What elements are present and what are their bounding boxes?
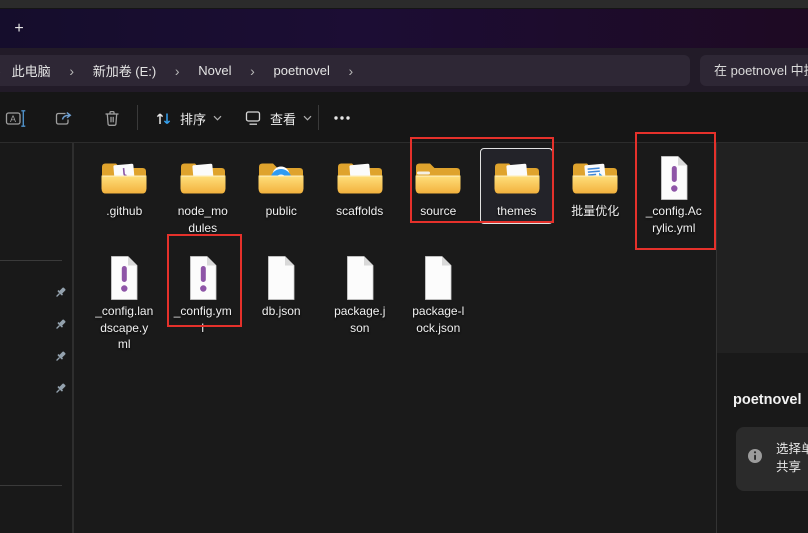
trash-icon (101, 107, 123, 129)
pin-icon (54, 382, 67, 395)
file-tile-config-landscape-yml[interactable]: _config.landscape.yml (85, 245, 164, 357)
yaml-file-icon (657, 153, 691, 203)
folder-git-icon (99, 153, 149, 203)
file-label: public (266, 203, 297, 220)
view-button[interactable]: 查看 (237, 103, 318, 133)
chevron-down-icon (213, 115, 222, 121)
chevron-right-icon: › (243, 63, 263, 79)
address-row: › 此电脑 › 新加卷 (E:) › Novel › poetnovel › 在… (0, 48, 808, 92)
breadcrumb-novel[interactable]: Novel (187, 63, 242, 78)
file-grid: .github node_modules (85, 145, 717, 345)
file-icon (421, 253, 455, 303)
breadcrumb-drive-e[interactable]: 新加卷 (E:) (82, 61, 168, 80)
file-label: _config.landscape.yml (95, 303, 153, 353)
file-tile-db-json[interactable]: db.json (242, 245, 321, 324)
sort-label: 排序 (180, 109, 206, 128)
file-label: _config.yml (174, 303, 232, 336)
file-tile-config-yml[interactable]: _config.yml (164, 245, 243, 340)
folder-icon (492, 153, 542, 203)
nav-divider (0, 260, 62, 261)
file-label: .github (106, 203, 142, 220)
chevron-right-icon: › (341, 63, 361, 79)
share-info-box: 选择单个文件进行 共享 (736, 427, 808, 491)
navigation-pane (0, 143, 72, 533)
file-tile-package-json[interactable]: package.json (321, 245, 400, 340)
delete-button[interactable] (100, 106, 124, 130)
file-icon (264, 253, 298, 303)
pin-icon (54, 318, 67, 331)
share-info-text: 选择单个文件进行 共享 (776, 440, 808, 476)
yaml-file-icon (107, 253, 141, 303)
share-icon (53, 107, 75, 129)
file-row: _config.landscape.yml _config.yml (85, 245, 717, 345)
file-icon (343, 253, 377, 303)
titlebar-strip (0, 0, 808, 9)
pin-icon (54, 286, 67, 299)
chevron-right-icon: › (62, 63, 82, 79)
file-tile-source[interactable]: source (399, 145, 478, 224)
file-tile-node-modules[interactable]: node_modules (164, 145, 243, 240)
view-label: 查看 (270, 109, 296, 128)
file-tile-public[interactable]: public (242, 145, 321, 224)
sort-button[interactable]: 排序 (148, 103, 228, 133)
file-label: package.json (334, 303, 385, 336)
share-button[interactable] (52, 106, 76, 130)
pinned-item[interactable] (54, 382, 68, 396)
file-tile-package-lock-json[interactable]: package-lock.json (399, 245, 478, 340)
more-options-button[interactable] (330, 106, 354, 130)
file-label: source (420, 203, 456, 220)
view-icon (243, 108, 263, 128)
details-pane: poetnovel 选择单个文件进行 共享 (717, 143, 808, 533)
file-tile-batch-optimize[interactable]: 批量优化 (556, 145, 635, 224)
file-tile-config-acrylic-yml[interactable]: _config.Acrylic.yml (635, 145, 714, 240)
preview-area (717, 143, 808, 353)
pinned-item[interactable] (54, 350, 68, 364)
pinned-item[interactable] (54, 286, 68, 300)
file-label: package-lock.json (412, 303, 464, 336)
toolbar-divider (137, 105, 138, 130)
file-label: scaffolds (336, 203, 383, 220)
folder-icon (335, 153, 385, 203)
sort-icon (154, 109, 173, 128)
toolbar-divider (318, 105, 319, 130)
breadcrumb-poetnovel[interactable]: poetnovel (263, 63, 341, 78)
file-tile-github[interactable]: .github (85, 145, 164, 224)
info-icon (747, 448, 763, 464)
folder-icon (413, 153, 463, 203)
chevron-right-icon: › (167, 63, 187, 79)
pin-icon (54, 350, 67, 363)
rename-button[interactable]: A (4, 106, 28, 130)
breadcrumb[interactable]: › 此电脑 › 新加卷 (E:) › Novel › poetnovel › (0, 55, 690, 86)
ellipsis-icon (330, 106, 354, 130)
new-tab-button[interactable]: + (8, 18, 30, 40)
folder-bluedoc-icon (570, 153, 620, 203)
file-label: node_modules (178, 203, 228, 236)
breadcrumb-this-pc[interactable]: 此电脑 (1, 61, 62, 80)
file-explorer-window: + › 此电脑 › 新加卷 (E:) › Novel › poetnovel ›… (0, 0, 808, 533)
file-label: _config.Acrylic.yml (646, 203, 702, 236)
tab-bar: + (0, 9, 808, 48)
folder-icon (178, 153, 228, 203)
chevron-down-icon (303, 115, 312, 121)
folder-web-icon (256, 153, 306, 203)
svg-text:A: A (10, 114, 16, 124)
rename-icon: A (5, 107, 27, 129)
file-label: 批量优化 (571, 203, 619, 220)
toolbar: A (0, 92, 808, 143)
file-row: .github node_modules (85, 145, 717, 245)
file-tile-scaffolds[interactable]: scaffolds (321, 145, 400, 224)
nav-divider (0, 485, 62, 486)
file-tile-themes[interactable]: themes (478, 145, 557, 224)
file-label: db.json (262, 303, 301, 320)
details-title: poetnovel (733, 392, 801, 408)
file-label: themes (497, 203, 536, 220)
pinned-item[interactable] (54, 318, 68, 332)
selected-tile: themes (480, 148, 553, 224)
search-input[interactable]: 在 poetnovel 中搜索 (700, 55, 808, 86)
yaml-file-icon (186, 253, 220, 303)
